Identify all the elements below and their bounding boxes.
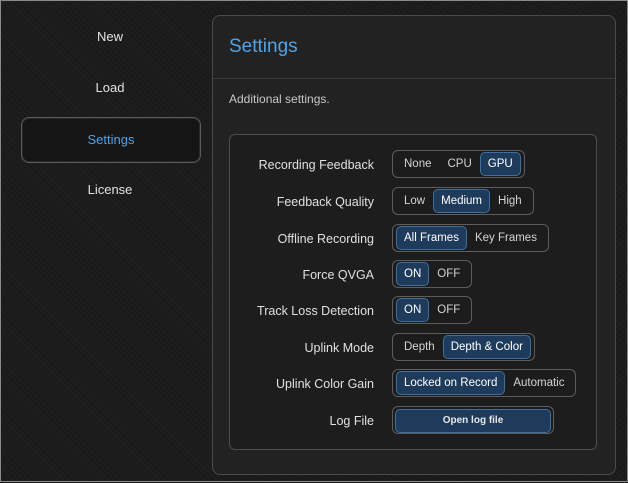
row-offline-recording: Offline Recording All Frames Key Frames [230,224,596,254]
settings-panel: Settings Additional settings. Recording … [212,15,616,475]
panel-description: Additional settings. [229,92,330,106]
recording-feedback-selector: None CPU GPU [392,150,525,178]
force-qvga-toggle: ON OFF [392,260,473,288]
row-track-loss-detection: Track Loss Detection ON OFF [230,296,596,326]
title-divider [213,78,615,79]
recording-feedback-option-gpu[interactable]: GPU [479,152,521,176]
recording-feedback-option-none[interactable]: None [396,152,440,176]
feedback-quality-label: Feedback Quality [276,195,374,209]
sidebar: New Load Settings License [1,1,211,483]
track-loss-detection-option-on[interactable]: ON [396,298,430,322]
sidebar-item-new[interactable]: New [21,15,199,59]
uplink-mode-option-depth-color[interactable]: Depth & Color [442,335,531,359]
force-qvga-option-on[interactable]: ON [396,262,430,286]
row-force-qvga: Force QVGA ON OFF [230,260,596,290]
uplink-mode-selector: Depth Depth & Color [392,333,535,361]
app-window: New Load Settings License Settings Addit… [0,0,628,482]
uplink-color-gain-label: Uplink Color Gain [276,377,374,391]
log-file-label: Log File [329,414,374,428]
feedback-quality-option-high[interactable]: High [490,189,530,213]
force-qvga-label: Force QVGA [302,268,374,282]
force-qvga-option-off[interactable]: OFF [429,262,468,286]
row-feedback-quality: Feedback Quality Low Medium High [230,187,596,217]
sidebar-item-settings[interactable]: Settings [21,117,201,163]
page-title: Settings [229,36,298,57]
feedback-quality-option-low[interactable]: Low [396,189,433,213]
row-uplink-mode: Uplink Mode Depth Depth & Color [230,333,596,363]
offline-recording-label: Offline Recording [277,232,374,246]
open-log-file-button-frame: Open log file [392,406,554,434]
row-uplink-color-gain: Uplink Color Gain Locked on Record Autom… [230,369,596,399]
open-log-file-button[interactable]: Open log file [395,409,551,433]
uplink-mode-option-depth[interactable]: Depth [396,335,443,359]
feedback-quality-selector: Low Medium High [392,187,534,215]
recording-feedback-label: Recording Feedback [258,158,374,172]
offline-recording-option-all-frames[interactable]: All Frames [396,226,467,250]
recording-feedback-option-cpu[interactable]: CPU [440,152,480,176]
settings-group: Recording Feedback None CPU GPU Feedback… [229,134,597,450]
sidebar-item-license[interactable]: License [21,168,199,212]
uplink-mode-label: Uplink Mode [304,341,374,355]
uplink-color-gain-option-automatic[interactable]: Automatic [505,371,572,395]
offline-recording-selector: All Frames Key Frames [392,224,549,252]
uplink-color-gain-selector: Locked on Record Automatic [392,369,577,397]
feedback-quality-option-medium[interactable]: Medium [433,189,491,213]
track-loss-detection-option-off[interactable]: OFF [429,298,468,322]
track-loss-detection-toggle: ON OFF [392,296,473,324]
row-recording-feedback: Recording Feedback None CPU GPU [230,150,596,180]
offline-recording-option-key-frames[interactable]: Key Frames [467,226,545,250]
uplink-color-gain-option-locked[interactable]: Locked on Record [396,371,506,395]
sidebar-item-load[interactable]: Load [21,66,199,110]
row-log-file: Log File Open log file [230,406,596,436]
track-loss-detection-label: Track Loss Detection [257,304,374,318]
